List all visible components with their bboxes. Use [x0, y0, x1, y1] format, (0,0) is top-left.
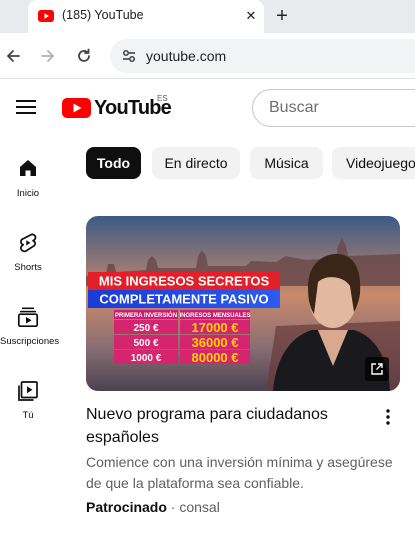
url-text[interactable]: youtube.com	[146, 48, 226, 64]
sidebar-item-shorts[interactable]: Shorts	[0, 232, 56, 273]
browser-window: (185) YouTube ✕ + youtube.com YouTube ES…	[0, 0, 415, 537]
sidebar-item-label: Shorts	[14, 262, 42, 273]
forward-arrow-icon[interactable]	[37, 45, 59, 67]
search-placeholder: Buscar	[269, 99, 319, 116]
plus-icon[interactable]: +	[270, 4, 294, 28]
thumbnail-investment-2: 500 €	[133, 338, 158, 349]
thumbnail-investment-1: 250 €	[133, 323, 158, 334]
tab-strip: (185) YouTube ✕ +	[0, 0, 415, 33]
home-icon	[20, 160, 36, 176]
thumbnail-income-1: 17000 €	[192, 320, 239, 335]
thumbnail-investment-3: 1000 €	[131, 353, 162, 364]
youtube-header: YouTube ES Buscar	[0, 80, 415, 136]
region-code: ES	[157, 94, 168, 103]
external-link-icon[interactable]	[365, 357, 389, 381]
thumbnail-col-1-header: PRIMERA INVERSIÓN	[115, 311, 177, 319]
youtube-logo[interactable]: YouTube	[62, 97, 172, 119]
chip-musica[interactable]: Música	[250, 147, 323, 179]
site-info-icon[interactable]	[120, 47, 138, 65]
chip-videojuegos[interactable]: Videojuegos	[332, 147, 415, 179]
thumbnail-headline-1: MIS INGRESOS SECRETOS	[99, 274, 270, 289]
subscriptions-icon	[17, 307, 39, 328]
sidebar-item-label: Tú	[22, 410, 34, 421]
thumbnail-headline-2: COMPLETAMENTE PASIVO	[99, 292, 268, 307]
tab-title: (185) YouTube	[62, 8, 144, 22]
thumbnail-income-3: 80000 €	[192, 350, 239, 365]
youtube-favicon-icon	[38, 10, 54, 22]
sidebar-item-label: Inicio	[16, 188, 40, 199]
you-library-icon	[18, 381, 38, 401]
chip-en-directo[interactable]: En directo	[152, 147, 240, 179]
hamburger-menu-icon[interactable]	[14, 97, 38, 117]
back-arrow-icon[interactable]	[2, 45, 24, 67]
video-thumbnail[interactable]: MIS INGRESOS SECRETOS COMPLETAMENTE PASI…	[86, 216, 400, 391]
video-meta: Patrocinado · consal	[86, 499, 220, 515]
sidebar-item-suscripciones[interactable]: Suscripciones	[0, 306, 60, 347]
more-options-icon[interactable]	[378, 405, 398, 429]
search-input[interactable]: Buscar	[252, 89, 415, 127]
youtube-play-logo-icon	[62, 98, 91, 118]
video-description: Comience con una inversión mínima y aseg…	[86, 454, 393, 491]
reload-icon[interactable]	[73, 45, 95, 67]
meta-separator: ·	[170, 499, 176, 515]
thumbnail-image: MIS INGRESOS SECRETOS COMPLETAMENTE PASI…	[86, 216, 400, 391]
address-bar[interactable]: youtube.com	[110, 39, 415, 73]
chip-todo[interactable]: Todo	[86, 147, 141, 179]
browser-toolbar: youtube.com	[0, 33, 415, 79]
sidebar-item-label: Suscripciones	[0, 336, 60, 347]
thumbnail-income-2: 36000 €	[192, 335, 239, 350]
thumbnail-col-2-header: INGRESOS MENSUALES	[179, 313, 250, 319]
sidebar-item-inicio[interactable]: Inicio	[0, 158, 56, 199]
browser-tab[interactable]: (185) YouTube ✕	[28, 0, 264, 33]
video-title[interactable]: Nuevo programa para ciudadanos españoles	[86, 403, 356, 449]
channel-name[interactable]: consal	[179, 499, 219, 515]
close-icon[interactable]: ✕	[240, 5, 262, 27]
sidebar-item-tu[interactable]: Tú	[0, 380, 56, 421]
sponsored-label: Patrocinado	[86, 499, 167, 515]
shorts-icon	[20, 233, 37, 253]
